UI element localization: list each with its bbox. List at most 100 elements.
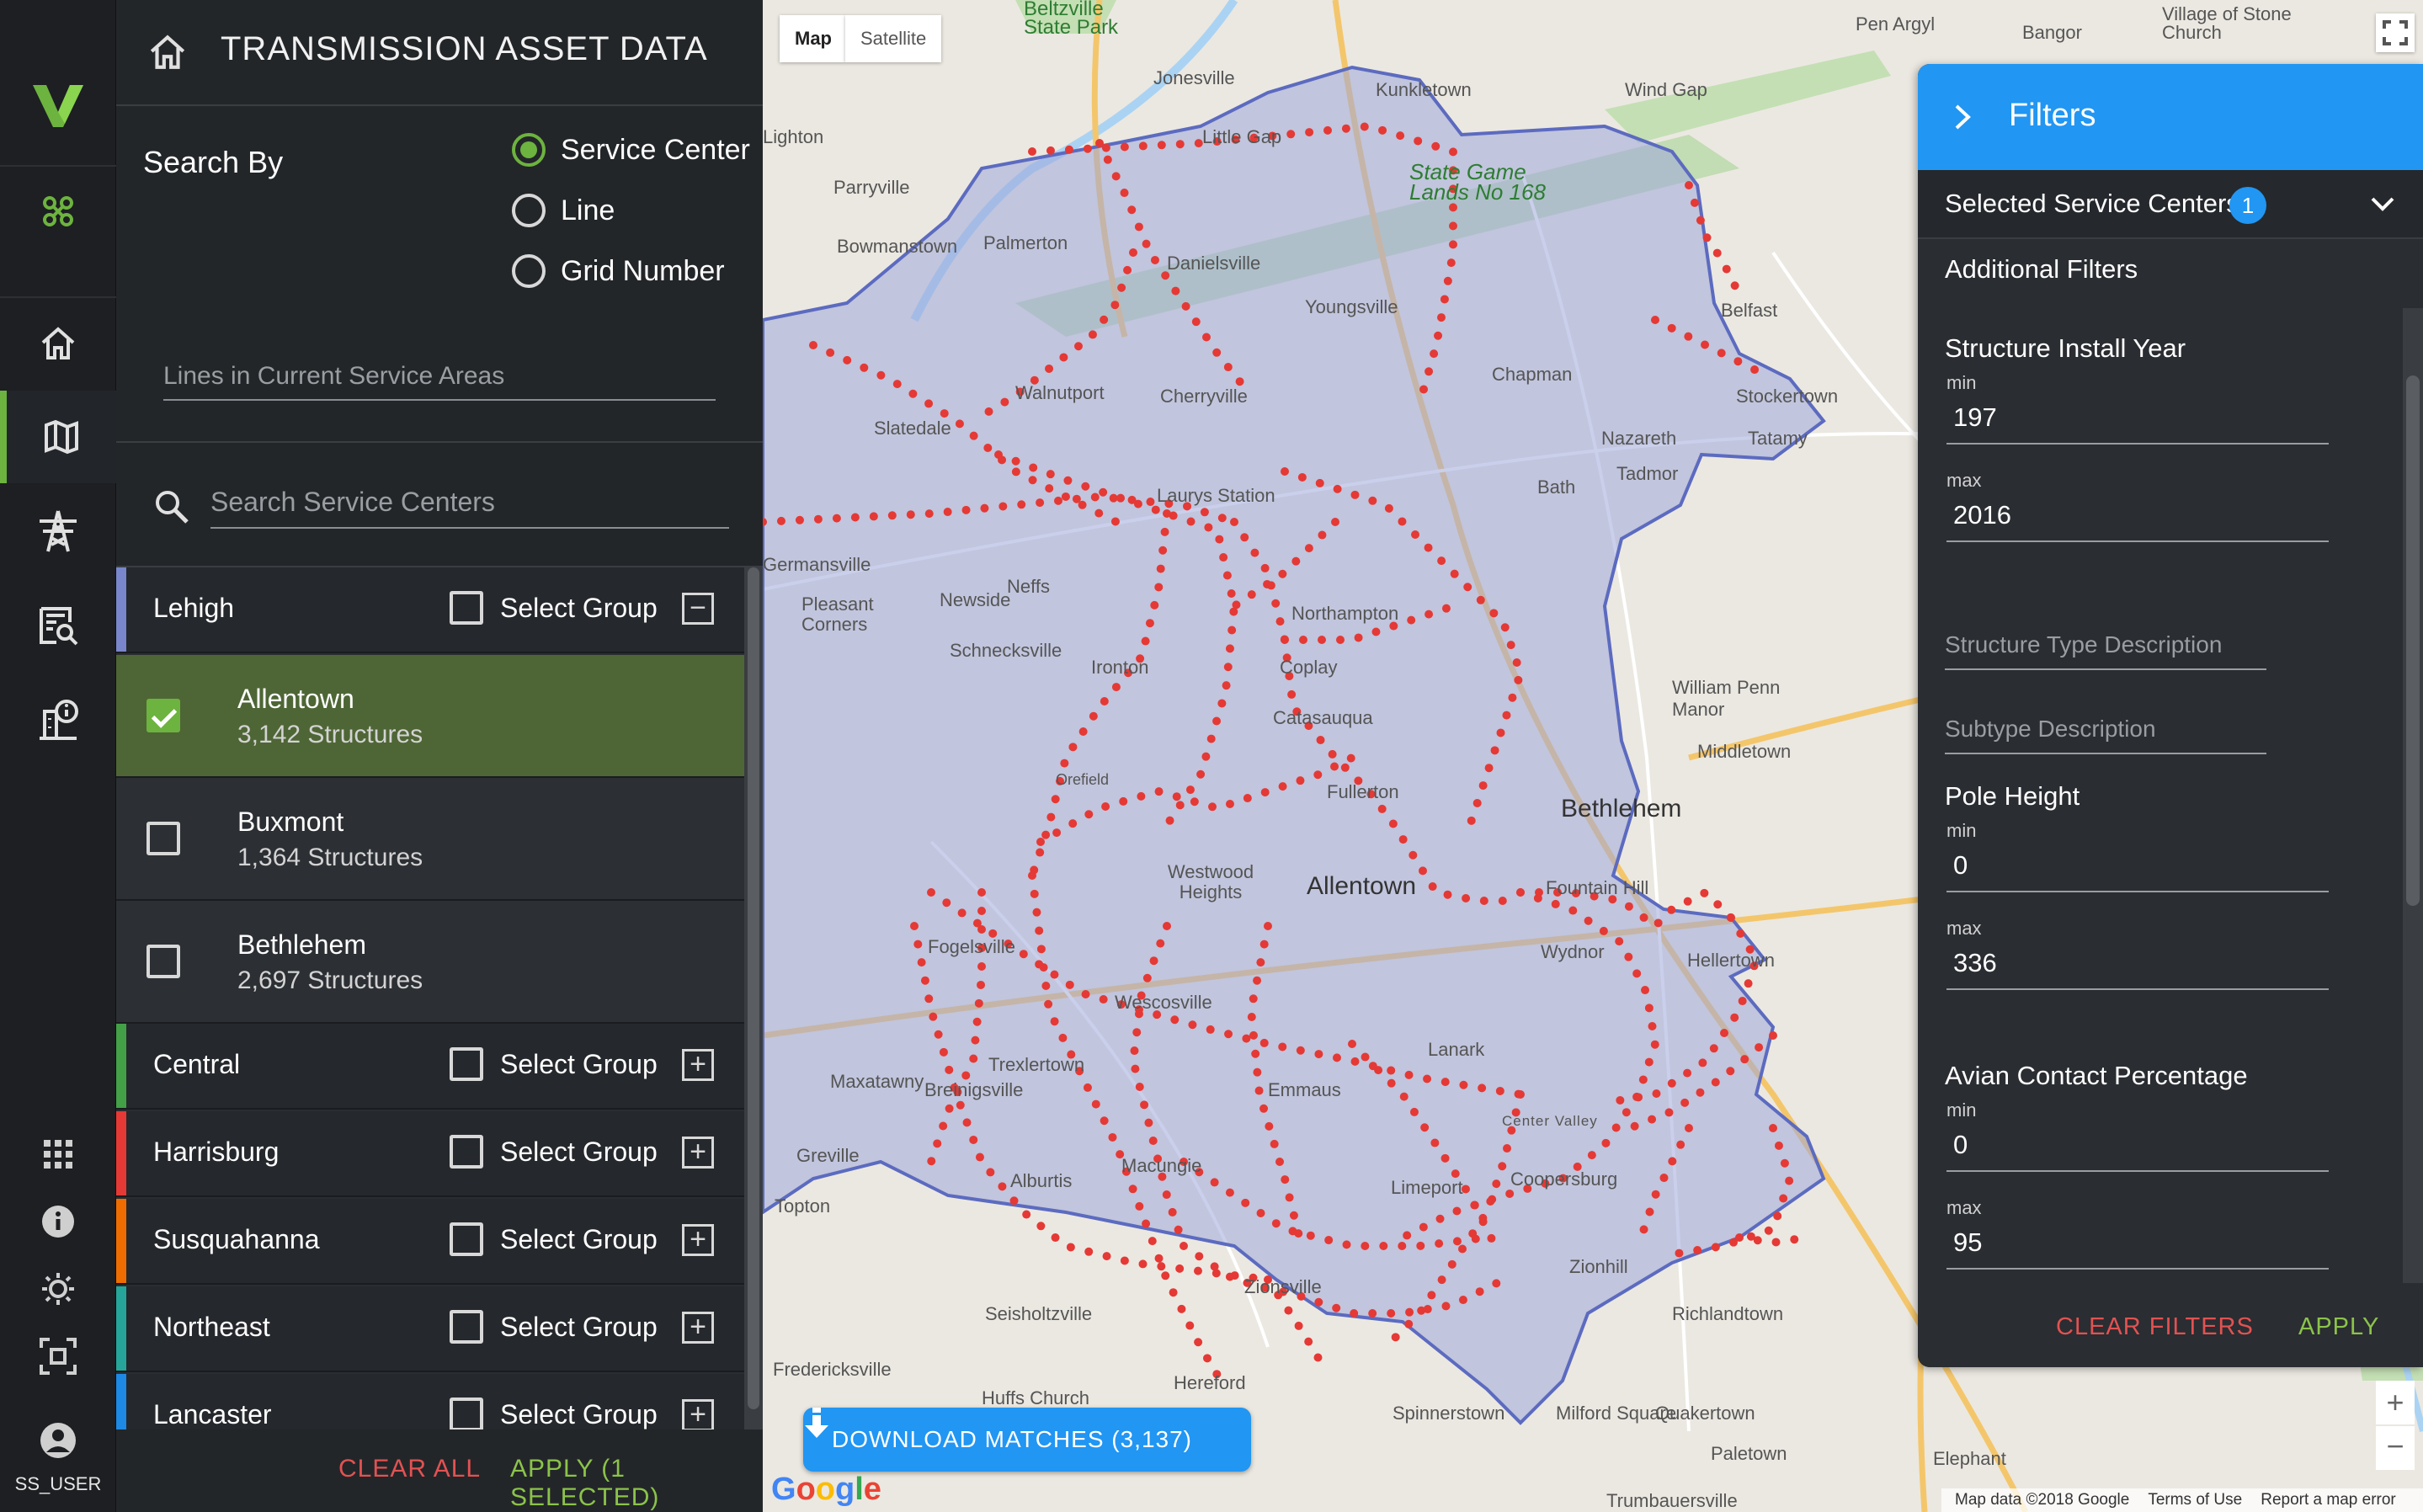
groups-scrollbar-thumb[interactable] <box>748 567 759 1409</box>
group-row-lehigh[interactable]: Lehigh Select Group − <box>116 567 744 653</box>
panel-home-icon[interactable] <box>146 30 189 72</box>
checkbox-icon <box>450 1310 483 1344</box>
center-name: Buxmont <box>237 807 344 837</box>
group-row-susquahanna[interactable]: Susquahanna Select Group + <box>116 1199 744 1285</box>
pole-height-min-input[interactable]: 0 <box>1946 839 2329 892</box>
clear-all-button[interactable]: CLEAR ALL <box>338 1455 481 1483</box>
collapse-group-icon[interactable]: − <box>682 593 714 625</box>
expand-group-icon[interactable]: + <box>682 1224 714 1256</box>
select-group-harrisburg[interactable]: Select Group <box>450 1135 658 1169</box>
clear-filters-button[interactable]: CLEAR FILTERS <box>2056 1313 2254 1341</box>
selected-service-centers-row[interactable]: Selected Service Centers 1 <box>1918 170 2423 239</box>
map-place-label: Catasauqua <box>1273 707 1373 728</box>
map-type-map-button[interactable]: Map <box>780 15 845 62</box>
select-group-central[interactable]: Select Group <box>450 1047 658 1081</box>
map-place-label: Trumbauersville <box>1606 1490 1738 1511</box>
rail-info-button[interactable] <box>0 1192 116 1251</box>
map-place-label: Coopersburg <box>1510 1169 1618 1190</box>
center-structure-count: 2,697 Structures <box>237 966 423 994</box>
map-place-label: Lanark <box>1428 1039 1485 1060</box>
group-row-lancaster[interactable]: Lancaster Select Group + <box>116 1374 744 1429</box>
zoom-out-button[interactable]: − <box>2376 1426 2415 1470</box>
select-group-susquahanna[interactable]: Select Group <box>450 1222 658 1256</box>
rail-home-button[interactable] <box>0 296 116 389</box>
chevron-down-icon[interactable] <box>2369 194 2396 216</box>
expand-group-icon[interactable]: + <box>682 1049 714 1081</box>
rail-reports-button[interactable] <box>0 579 116 672</box>
chevron-right-icon[interactable] <box>1950 101 1975 133</box>
expand-group-icon[interactable]: + <box>682 1399 714 1429</box>
radio-grid-number[interactable]: Grid Number <box>512 254 725 288</box>
apply-filters-button[interactable]: APPLY <box>2298 1313 2379 1341</box>
pole-height-max-input[interactable]: 336 <box>1946 936 2329 990</box>
transmission-tower-icon <box>40 510 77 552</box>
group-name: Susquahanna <box>153 1224 320 1254</box>
groups-scrollbar[interactable] <box>744 567 763 1429</box>
rail-transmission-button[interactable] <box>0 485 116 578</box>
filters-header[interactable]: Filters <box>1918 64 2423 170</box>
download-matches-button[interactable]: DOWNLOAD MATCHES (3,137) <box>803 1408 1251 1472</box>
checkbox-icon <box>450 1047 483 1081</box>
map-place-label: Middletown <box>1697 741 1792 762</box>
panel-footer: CLEAR ALL APPLY (1 SELECTED) <box>116 1429 763 1512</box>
user-name: SS_USER <box>14 1473 102 1494</box>
checkbox-checked-icon[interactable] <box>146 699 180 732</box>
subtype-description-input[interactable]: Subtype Description <box>1945 704 2266 754</box>
map-place-label: Center Valley <box>1502 1113 1598 1129</box>
filters-scrollbar[interactable] <box>2403 308 2423 1367</box>
expand-group-icon[interactable]: + <box>682 1137 714 1169</box>
rail-network-button[interactable] <box>0 165 116 258</box>
avian-contact-min-input[interactable]: 0 <box>1946 1118 2329 1172</box>
radio-service-center[interactable]: Service Center <box>512 133 750 167</box>
apply-selection-button[interactable]: APPLY (1 SELECTED) <box>510 1455 763 1512</box>
google-logo-letter: o <box>815 1472 835 1507</box>
checkbox-icon[interactable] <box>146 945 180 978</box>
map-place-label: Huffs Church <box>982 1387 1089 1408</box>
radio-line[interactable]: Line <box>512 194 615 227</box>
expand-group-icon[interactable]: + <box>682 1312 714 1344</box>
group-row-harrisburg[interactable]: Harrisburg Select Group + <box>116 1111 744 1197</box>
service-center-panel: TRANSMISSION ASSET DATA Search By Servic… <box>116 0 763 1512</box>
filters-scrollbar-thumb[interactable] <box>2406 375 2420 906</box>
select-group-lancaster[interactable]: Select Group <box>450 1398 658 1429</box>
center-row-bethlehem[interactable]: Bethlehem 2,697 Structures <box>116 901 744 1024</box>
map-place-label: Fogelsville <box>928 936 1015 957</box>
avian-contact-max-input[interactable]: 95 <box>1946 1216 2329 1270</box>
center-row-buxmont[interactable]: Buxmont 1,364 Structures <box>116 778 744 901</box>
install-year-min-input[interactable]: 197 <box>1946 391 2329 445</box>
selected-centers-label: Selected Service Centers <box>1945 189 2239 218</box>
rail-asset-info-button[interactable] <box>0 673 116 766</box>
map-type-satellite-button[interactable]: Satellite <box>845 15 941 62</box>
map-place-label: William Penn Manor <box>1672 677 1781 720</box>
map-place-label: Bowmanstown <box>837 236 958 257</box>
group-row-central[interactable]: Central Select Group + <box>116 1024 744 1110</box>
rail-focus-button[interactable] <box>0 1327 116 1386</box>
group-name: Lancaster <box>153 1399 272 1429</box>
center-row-allentown[interactable]: Allentown 3,142 Structures <box>116 655 744 778</box>
map-attribution-bar: Map data ©2018 Google Terms of Use Repor… <box>1941 1488 2423 1512</box>
fullscreen-button[interactable] <box>2376 13 2415 52</box>
search-input[interactable]: Search Service Centers <box>210 478 729 529</box>
rail-map-button[interactable] <box>0 391 116 483</box>
select-group-northeast[interactable]: Select Group <box>450 1310 658 1344</box>
checkbox-icon[interactable] <box>146 822 180 855</box>
lines-in-area-field[interactable]: Lines in Current Service Areas <box>163 350 716 401</box>
rail-settings-button[interactable] <box>0 1259 116 1318</box>
report-map-error-link[interactable]: Report a map error <box>2261 1491 2396 1509</box>
rail-apps-button[interactable] <box>0 1125 116 1184</box>
terms-of-use-link[interactable]: Terms of Use <box>2148 1491 2242 1509</box>
select-group-lehigh[interactable]: Select Group <box>450 591 658 625</box>
install-year-max-input[interactable]: 2016 <box>1946 488 2329 542</box>
network-icon <box>43 196 73 226</box>
fullscreen-icon <box>2383 20 2408 45</box>
map-place-label: Alburtis <box>1010 1170 1073 1191</box>
radio-empty-icon <box>512 254 546 288</box>
map-place-label: Youngsville <box>1305 296 1398 317</box>
zoom-in-button[interactable]: + <box>2376 1381 2415 1424</box>
group-row-northeast[interactable]: Northeast Select Group + <box>116 1286 744 1372</box>
service-center-groups: Lehigh Select Group − Allentown 3,142 St… <box>116 567 763 1429</box>
group-color-stripe <box>116 1374 126 1429</box>
brand-logo[interactable] <box>0 59 116 152</box>
structure-type-description-input[interactable]: Structure Type Description <box>1945 620 2266 670</box>
search-by-section: Search By Service Center Line Grid Numbe… <box>116 106 763 443</box>
